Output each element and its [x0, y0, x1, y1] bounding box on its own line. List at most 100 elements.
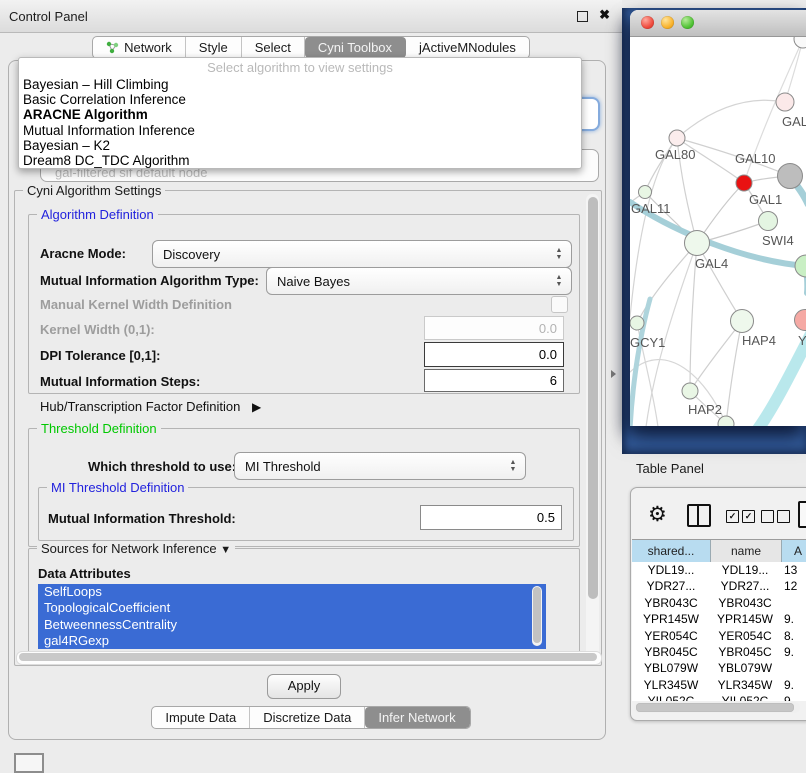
table-row[interactable]: YDR27...YDR27...12	[632, 578, 806, 594]
data-attributes-list[interactable]: SelfLoopsTopologicalCoefficientBetweenne…	[38, 584, 546, 649]
zoom-window-icon[interactable]	[681, 16, 694, 29]
network-node-hap2[interactable]	[682, 383, 698, 399]
combo-arrows-icon: ▲▼	[551, 247, 571, 261]
algorithm-option-bayesian-hill-climbing[interactable]: Bayesian – Hill Climbing	[19, 77, 581, 92]
tab-style[interactable]: Style	[186, 37, 242, 58]
network-node-gal80[interactable]	[669, 130, 685, 146]
which-threshold-value: MI Threshold	[235, 459, 505, 474]
close-window-icon[interactable]	[641, 16, 654, 29]
threshold-definition-title: Threshold Definition	[37, 421, 161, 436]
network-workspace: GALGAL80GAL10GAL11GAL1SWI4GAL4GCY1HAP4YH…	[622, 0, 806, 762]
bottom-tab-infer-network[interactable]: Infer Network	[365, 707, 469, 728]
settings-vertical-scrollbar[interactable]	[586, 194, 599, 660]
control-panel: Control Panel ✖ NetworkStyleSelectCyni T…	[0, 0, 622, 762]
control-panel-tabs: Network StyleSelectCyni ToolboxjActiveMNo…	[0, 36, 622, 59]
export-table-icon[interactable]	[798, 501, 806, 528]
tab-network-label: Network	[124, 40, 172, 55]
network-node-gal4[interactable]	[685, 231, 710, 256]
table-row[interactable]: YBR045CYBR045C9.	[632, 644, 806, 660]
table-header-row[interactable]: shared...nameA	[632, 539, 806, 563]
mi-type-combo[interactable]: Naive Bayes ▲▼	[266, 267, 572, 295]
kernel-width-field[interactable]	[424, 316, 564, 340]
table-row[interactable]: YLR345WYLR345W9.	[632, 677, 806, 693]
float-panel-icon[interactable]	[577, 11, 588, 22]
mi-steps-label: Mutual Information Steps:	[40, 374, 200, 389]
which-threshold-combo[interactable]: MI Threshold ▲▼	[234, 452, 526, 480]
attribute-item-gal4rgexp[interactable]: gal4RGexp	[38, 633, 546, 649]
network-node-gal11[interactable]	[639, 186, 652, 199]
algorithm-option-aracne-algorithm[interactable]: ARACNE Algorithm	[19, 107, 581, 122]
algorithm-option-bayesian-k2[interactable]: Bayesian – K2	[19, 138, 581, 153]
tab-network[interactable]: Network	[93, 37, 186, 58]
network-node-gal10[interactable]	[778, 164, 803, 189]
attribute-item-topologicalcoefficient[interactable]: TopologicalCoefficient	[38, 600, 546, 616]
table-row[interactable]: YBR043CYBR043C	[632, 595, 806, 611]
deselect-all-columns-icon[interactable]	[761, 510, 790, 523]
table-row[interactable]: YIL052CYIL052C9.	[632, 693, 806, 701]
attribute-item-selfloops[interactable]: SelfLoops	[38, 584, 546, 600]
network-node-gcy1[interactable]	[630, 316, 644, 330]
checked-box-icon: ✓	[726, 510, 739, 523]
table-row[interactable]: YER054CYER054C8.	[632, 628, 806, 644]
network-canvas[interactable]: GALGAL80GAL10GAL11GAL1SWI4GAL4GCY1HAP4YH…	[630, 37, 806, 426]
network-view-window[interactable]: GALGAL80GAL10GAL11GAL1SWI4GAL4GCY1HAP4YH…	[630, 10, 806, 426]
panel-collapse-arrow[interactable]	[611, 370, 616, 378]
network-node-y[interactable]	[795, 310, 806, 331]
table-cell: YIL052C	[632, 693, 710, 701]
aracne-mode-combo[interactable]: Discovery ▲▼	[152, 240, 572, 268]
attribute-item-betweennesscentrality[interactable]: BetweennessCentrality	[38, 617, 546, 633]
table-cell: YDR27...	[632, 578, 710, 594]
mi-threshold-field[interactable]	[420, 505, 562, 530]
sources-title: Sources for Network Inference ▼	[37, 541, 235, 556]
network-node[interactable]	[794, 37, 806, 48]
algorithm-option-mutual-information-inference[interactable]: Mutual Information Inference	[19, 123, 581, 138]
table-row[interactable]: YBL079WYBL079W	[632, 660, 806, 676]
table-cell	[780, 595, 806, 611]
dpi-tolerance-field[interactable]	[424, 342, 564, 367]
network-node[interactable]	[736, 175, 752, 191]
table-rows[interactable]: YDL19...YDL19...13YDR27...YDR27...12YBR0…	[632, 562, 806, 701]
table-cell: YBR043C	[710, 595, 780, 611]
select-all-columns-icon[interactable]: ✓ ✓	[726, 510, 755, 523]
algorithm-option-dream8-dc-tdc-algorithm[interactable]: Dream8 DC_TDC Algorithm	[19, 153, 581, 168]
minimize-window-icon[interactable]	[661, 16, 674, 29]
table-row[interactable]: YDL19...YDL19...13	[632, 562, 806, 578]
network-node-gal[interactable]	[776, 93, 794, 111]
close-panel-icon[interactable]: ✖	[599, 7, 610, 23]
settings-horizontal-scrollbar[interactable]	[16, 651, 602, 665]
node-label-hap2: HAP2	[688, 402, 722, 417]
column-header-name[interactable]: name	[711, 540, 782, 562]
attributes-list-scrollbar[interactable]	[532, 586, 542, 646]
mi-threshold-title: MI Threshold Definition	[47, 480, 188, 495]
tab-jactivemnodules[interactable]: jActiveMNodules	[406, 37, 529, 58]
column-header-shared-[interactable]: shared...	[632, 540, 711, 562]
manual-kernel-checkbox[interactable]	[551, 296, 568, 313]
collapse-arrow-icon[interactable]: ▼	[220, 544, 231, 556]
table-cell: YDL19...	[632, 562, 710, 578]
minimized-panel-icon[interactable]	[14, 753, 44, 773]
network-window-titlebar[interactable]	[630, 10, 806, 37]
unchecked-box-icon	[777, 510, 790, 523]
network-node-gal1[interactable]	[759, 212, 778, 231]
apply-button[interactable]: Apply	[267, 674, 341, 699]
network-node-swi4[interactable]	[795, 255, 806, 277]
table-settings-gear-icon[interactable]: ⚙	[648, 502, 667, 527]
table-row[interactable]: YPR145WYPR145W9.	[632, 611, 806, 627]
column-layout-icon[interactable]	[687, 504, 711, 527]
network-node[interactable]	[718, 416, 734, 426]
aracne-mode-label: Aracne Mode:	[40, 246, 126, 261]
tab-cyni-toolbox[interactable]: Cyni Toolbox	[305, 37, 406, 58]
table-cell: YBR043C	[632, 595, 710, 611]
column-header-a[interactable]: A	[782, 540, 806, 562]
bottom-tab-discretize-data[interactable]: Discretize Data	[250, 707, 365, 728]
tab-select[interactable]: Select	[242, 37, 305, 58]
bottom-tab-impute-data[interactable]: Impute Data	[152, 707, 250, 728]
hub-definition-expander[interactable]: Hub/Transcription Factor Definition ▶	[40, 399, 261, 414]
node-label-gal: GAL	[782, 114, 806, 129]
algorithm-option-basic-correlation-inference[interactable]: Basic Correlation Inference	[19, 92, 581, 107]
mi-type-value: Naive Bayes	[267, 274, 551, 289]
table-horizontal-scrollbar[interactable]	[634, 702, 800, 713]
network-edge	[726, 321, 742, 424]
mi-steps-field[interactable]	[424, 369, 564, 392]
network-node-hap4[interactable]	[731, 310, 754, 333]
